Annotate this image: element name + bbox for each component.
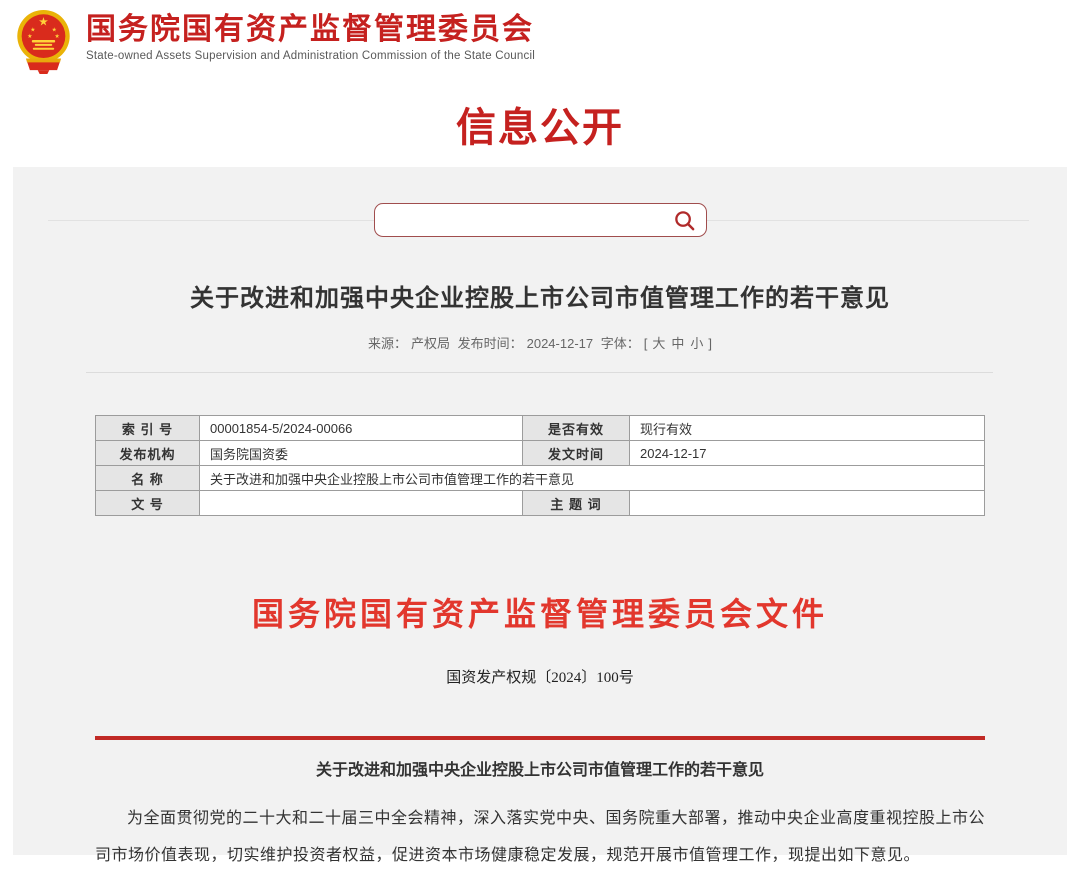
search-row (13, 203, 1067, 237)
article-meta: 来源： 产权局 发布时间： 2024-12-17 字体： [ 大中小] (13, 335, 1067, 353)
source-value: 产权局 (411, 336, 450, 351)
source-label: 来源： (368, 336, 407, 351)
table-row: 索 引 号 00001854-5/2024-00066 是否有效 现行有效 (96, 416, 985, 441)
subject-words-label: 主 题 词 (523, 491, 630, 516)
content-card: 关于改进和加强中央企业控股上市公司市值管理工作的若干意见 来源： 产权局 发布时间… (13, 167, 1067, 855)
table-row: 文 号 主 题 词 (96, 491, 985, 516)
subject-words-value (630, 491, 985, 516)
red-rule (95, 736, 985, 740)
org-name-english: State-owned Assets Supervision and Admin… (86, 50, 535, 62)
search-box (374, 203, 707, 237)
name-value: 关于改进和加强中央企业控股上市公司市值管理工作的若干意见 (200, 466, 985, 491)
issue-date-value: 2024-12-17 (630, 441, 985, 466)
index-number-label: 索 引 号 (96, 416, 200, 441)
svg-text:★: ★ (30, 26, 35, 33)
site-header: ★ ★ ★ ★ ★ 国务院国有资产监督管理委员会 State-owned Ass… (0, 0, 1080, 87)
doc-number-label: 文 号 (96, 491, 200, 516)
document-title: 关于改进和加强中央企业控股上市公司市值管理工作的若干意见 (13, 760, 1067, 782)
font-size-large-link[interactable]: 大 (652, 336, 665, 351)
validity-value: 现行有效 (630, 416, 985, 441)
document-letterhead: 国务院国有资产监督管理委员会文件 (13, 592, 1067, 636)
search-button[interactable] (669, 209, 706, 232)
publish-date: 2024-12-17 (527, 336, 594, 351)
issuing-agency-value: 国务院国资委 (200, 441, 523, 466)
header-text: 国务院国有资产监督管理委员会 State-owned Assets Superv… (86, 8, 535, 62)
validity-label: 是否有效 (523, 416, 630, 441)
name-label: 名 称 (96, 466, 200, 491)
article-title: 关于改进和加强中央企业控股上市公司市值管理工作的若干意见 (13, 283, 1067, 315)
issuing-agency-label: 发布机构 (96, 441, 200, 466)
search-input[interactable] (387, 205, 669, 235)
divider-line (86, 372, 993, 373)
index-number-value: 00001854-5/2024-00066 (200, 416, 523, 441)
china-national-emblem-icon: ★ ★ ★ ★ ★ (12, 8, 75, 74)
document-info-table: 索 引 号 00001854-5/2024-00066 是否有效 现行有效 发布… (95, 415, 985, 516)
doc-number-value (200, 491, 523, 516)
svg-text:★: ★ (27, 33, 32, 40)
font-bracket-open: [ (644, 336, 648, 351)
svg-text:★: ★ (38, 15, 48, 28)
font-size-medium-link[interactable]: 中 (671, 336, 684, 351)
document-number: 国资发产权规〔2024〕100号 (13, 668, 1067, 688)
font-size-label: 字体： (601, 336, 640, 351)
publish-label: 发布时间： (458, 336, 523, 351)
table-row: 发布机构 国务院国资委 发文时间 2024-12-17 (96, 441, 985, 466)
document-paragraph: 为全面贯彻党的二十大和二十届三中全会精神，深入落实党中央、国务院重大部署，推动中… (95, 800, 985, 874)
font-bracket-close: ] (708, 336, 712, 351)
page-title: 信息公开 (0, 103, 1080, 153)
org-name: 国务院国有资产监督管理委员会 (86, 13, 535, 47)
svg-text:★: ★ (52, 26, 57, 33)
svg-text:★: ★ (54, 33, 59, 40)
font-size-small-link[interactable]: 小 (690, 336, 703, 351)
issue-date-label: 发文时间 (523, 441, 630, 466)
table-row: 名 称 关于改进和加强中央企业控股上市公司市值管理工作的若干意见 (96, 466, 985, 491)
search-icon (673, 209, 696, 232)
